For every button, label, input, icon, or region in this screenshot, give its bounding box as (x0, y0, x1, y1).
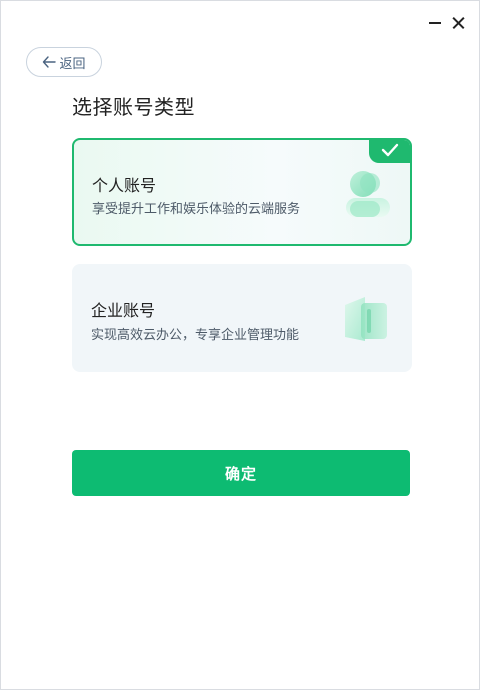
card-description: 实现高效云办公，专享企业管理功能 (91, 328, 300, 343)
card-title: 个人账号 (92, 176, 157, 195)
account-type-personal[interactable]: 个人账号 享受提升工作和娱乐体验的云端服务 (72, 138, 412, 246)
back-button[interactable]: 返回 (26, 47, 102, 77)
back-button-label: 返回 (59, 56, 86, 72)
confirm-button[interactable]: 确定 (72, 450, 410, 496)
minimize-icon[interactable] (425, 13, 445, 33)
building-icon (345, 297, 387, 341)
card-title: 企业账号 (91, 301, 156, 320)
account-type-enterprise[interactable]: 企业账号 实现高效云办公，专享企业管理功能 (72, 264, 412, 372)
card-description: 享受提升工作和娱乐体验的云端服务 (92, 202, 301, 217)
close-icon[interactable] (449, 13, 469, 33)
person-icon (346, 171, 390, 217)
selected-check-icon (369, 140, 410, 163)
app-window: 返回 选择账号类型 个人账号 享受提升工作和娱乐体验的云端服务 企业账号 实现高… (0, 0, 480, 690)
page-title: 选择账号类型 (72, 95, 195, 119)
arrow-left-icon (43, 56, 57, 68)
